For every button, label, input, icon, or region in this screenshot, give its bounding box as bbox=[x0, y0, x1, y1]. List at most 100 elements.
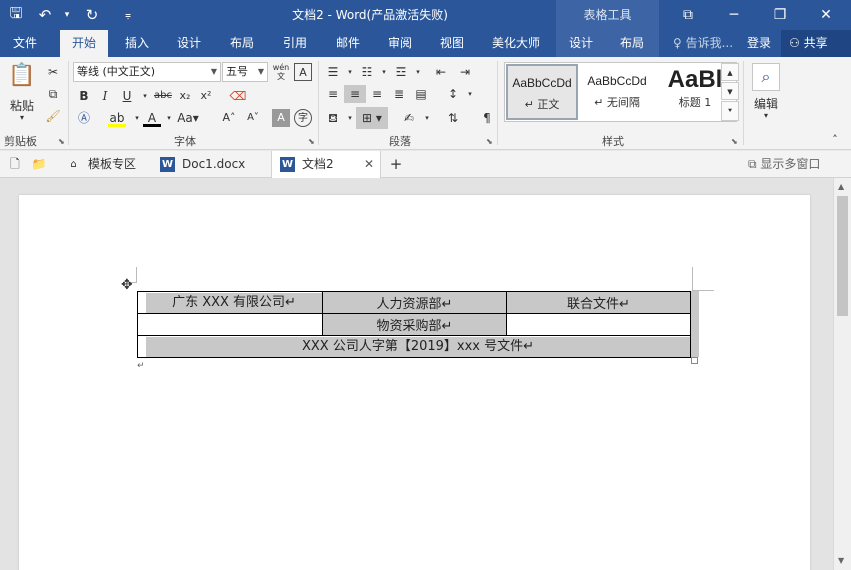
highlight-icon[interactable]: ab bbox=[108, 109, 126, 127]
chinese-layout-dropdown-icon[interactable]: ▾ bbox=[418, 109, 436, 127]
table-cell[interactable]: 联合文件↵ bbox=[506, 291, 691, 314]
table-cell[interactable] bbox=[137, 313, 323, 336]
align-left-icon[interactable]: ≡ bbox=[324, 85, 342, 103]
tab-review[interactable]: 审阅 bbox=[377, 30, 423, 57]
paste-icon[interactable]: 📋 bbox=[6, 63, 38, 93]
grow-font-icon[interactable]: A˄ bbox=[220, 109, 238, 127]
table-cell[interactable] bbox=[506, 313, 691, 336]
style-no-spacing[interactable]: AaBbCcDd ↵ 无间隔 bbox=[581, 64, 653, 120]
shrink-font-icon[interactable]: A˅ bbox=[244, 109, 262, 127]
strikethrough-icon[interactable]: abc bbox=[152, 87, 174, 105]
distributed-icon[interactable]: ▤ bbox=[412, 85, 430, 103]
sort-icon[interactable]: ⇅ bbox=[444, 109, 462, 127]
numbering-icon[interactable]: ☷ bbox=[358, 63, 376, 81]
bullets-icon[interactable]: ☰ bbox=[324, 63, 342, 81]
line-spacing-dropdown-icon[interactable]: ▾ bbox=[461, 85, 479, 103]
font-color-icon[interactable]: A bbox=[143, 109, 161, 127]
tab-beautify-master[interactable]: 美化大师 bbox=[482, 30, 550, 57]
collapse-ribbon-icon[interactable]: ˄ bbox=[828, 133, 842, 146]
scroll-up-icon[interactable]: ▲ bbox=[838, 182, 844, 191]
tab-file[interactable]: 文件 bbox=[0, 30, 50, 57]
save-icon[interactable]: 🖫 bbox=[0, 0, 32, 30]
character-border-icon[interactable]: A bbox=[294, 63, 312, 81]
customize-qat-icon[interactable]: ⩦ bbox=[108, 0, 148, 30]
tab-references[interactable]: 引用 bbox=[272, 30, 318, 57]
tab-table-design[interactable]: 设计 bbox=[558, 30, 604, 57]
clear-formatting-icon[interactable]: ⌫ bbox=[229, 87, 247, 105]
doc-tab-templates[interactable]: ⌂ 模板专区 bbox=[58, 151, 148, 178]
tab-view[interactable]: 视图 bbox=[429, 30, 475, 57]
font-name-combo[interactable]: 等线 (中文正文) ▼ bbox=[73, 62, 221, 82]
table-cell[interactable]: 人力资源部↵ bbox=[322, 291, 507, 314]
align-right-icon[interactable]: ≡ bbox=[368, 85, 386, 103]
vertical-scrollbar[interactable]: ▲ ▼ bbox=[833, 178, 851, 570]
editing-button[interactable]: 编辑 bbox=[748, 95, 784, 112]
justify-icon[interactable]: ≣ bbox=[390, 85, 408, 103]
numbering-dropdown-icon[interactable]: ▾ bbox=[375, 63, 393, 81]
add-tab-icon[interactable]: + bbox=[387, 155, 405, 173]
shading-icon[interactable]: ⛾ bbox=[324, 109, 342, 127]
paragraph-launcher-icon[interactable]: ⬊ bbox=[486, 137, 493, 146]
styles-scroll-up-icon[interactable]: ▲ bbox=[721, 63, 739, 81]
style-normal[interactable]: AaBbCcDd ↵ 正文 bbox=[506, 64, 578, 120]
show-marks-icon[interactable]: ¶ bbox=[478, 109, 496, 127]
doc-tab-doc2[interactable]: W 文档2 ✕ bbox=[271, 151, 381, 178]
tab-insert[interactable]: 插入 bbox=[114, 30, 160, 57]
subscript-icon[interactable]: x₂ bbox=[176, 87, 194, 105]
styles-scroll-down-icon[interactable]: ▼ bbox=[721, 82, 739, 100]
clipboard-launcher-icon[interactable]: ⬊ bbox=[58, 137, 65, 146]
multilevel-dropdown-icon[interactable]: ▾ bbox=[409, 63, 427, 81]
multilevel-list-icon[interactable]: ☲ bbox=[392, 63, 410, 81]
tab-design[interactable]: 设计 bbox=[166, 30, 212, 57]
table-move-handle-icon[interactable]: ✥ bbox=[121, 277, 133, 293]
paste-dropdown-icon[interactable]: ▾ bbox=[16, 113, 28, 122]
document-table[interactable]: 广东 XXX 有限公司↵ 人力资源部↵ 联合文件↵ 物资采购部↵ XXX 公司人… bbox=[137, 291, 691, 358]
ribbon-display-options-icon[interactable]: ⧉ bbox=[665, 0, 711, 30]
line-spacing-icon[interactable]: ↕ bbox=[444, 85, 462, 103]
change-case-icon[interactable]: Aa▾ bbox=[176, 109, 200, 127]
close-tab-icon[interactable]: ✕ bbox=[364, 151, 374, 178]
redo-icon[interactable]: ↻ bbox=[76, 0, 108, 30]
minimize-icon[interactable]: ─ bbox=[711, 0, 757, 30]
styles-more-icon[interactable]: ⯆ bbox=[721, 101, 739, 121]
cut-icon[interactable]: ✂ bbox=[44, 63, 62, 81]
text-effects-icon[interactable]: Ⓐ bbox=[75, 109, 93, 127]
phonetic-guide-icon[interactable]: wén 文 bbox=[272, 63, 290, 81]
close-icon[interactable]: ✕ bbox=[803, 0, 849, 30]
show-multi-window-button[interactable]: ⧉ 显示多窗口 bbox=[748, 151, 820, 178]
chinese-layout-icon[interactable]: ✍ bbox=[400, 109, 418, 127]
increase-indent-icon[interactable]: ⇥ bbox=[456, 63, 474, 81]
format-painter-icon[interactable]: 🖌 bbox=[44, 107, 62, 125]
document-page[interactable]: ✥ 广东 XXX 有限公司↵ 人力资源部↵ 联合文件↵ 物资采购部↵ XXX 公… bbox=[19, 195, 810, 570]
editing-dropdown-icon[interactable]: ▾ bbox=[760, 111, 772, 120]
undo-icon[interactable]: ↶ bbox=[32, 0, 58, 30]
decrease-indent-icon[interactable]: ⇤ bbox=[432, 63, 450, 81]
share-button[interactable]: ⚇ 共享 bbox=[781, 30, 851, 57]
restore-icon[interactable]: ❐ bbox=[757, 0, 803, 30]
paste-button[interactable]: 粘贴 bbox=[4, 97, 40, 114]
character-shading-icon[interactable]: A bbox=[272, 109, 290, 127]
superscript-icon[interactable]: x² bbox=[197, 87, 215, 105]
copy-icon[interactable]: ⧉ bbox=[44, 85, 62, 103]
login-link[interactable]: 登录 bbox=[742, 30, 776, 57]
search-icon[interactable]: ⌕ bbox=[752, 63, 780, 91]
tab-mailings[interactable]: 邮件 bbox=[325, 30, 371, 57]
undo-dropdown-icon[interactable]: ▾ bbox=[58, 0, 76, 30]
doc-tab-doc1[interactable]: W Doc1.docx bbox=[152, 151, 267, 178]
scroll-thumb[interactable] bbox=[837, 196, 848, 316]
bullets-dropdown-icon[interactable]: ▾ bbox=[341, 63, 359, 81]
table-cell-merged[interactable]: XXX 公司人字第【2019】xxx 号文件↵ bbox=[137, 335, 691, 358]
align-center-icon[interactable]: ≡ bbox=[344, 85, 366, 103]
italic-icon[interactable]: I bbox=[96, 87, 114, 105]
scroll-down-icon[interactable]: ▼ bbox=[838, 556, 844, 565]
tab-table-layout[interactable]: 布局 bbox=[609, 30, 655, 57]
borders-button[interactable]: ⊞ ▾ bbox=[356, 107, 388, 129]
new-document-icon[interactable]: 🗋 bbox=[6, 155, 24, 173]
enclose-characters-icon[interactable]: 字 bbox=[294, 109, 312, 127]
styles-launcher-icon[interactable]: ⬊ bbox=[731, 137, 738, 146]
tell-me-search[interactable]: ♀ 告诉我... bbox=[667, 30, 739, 57]
underline-icon[interactable]: U bbox=[118, 87, 136, 105]
tab-home[interactable]: 开始 bbox=[60, 30, 108, 57]
table-cell[interactable]: 广东 XXX 有限公司↵ bbox=[137, 291, 323, 314]
bold-icon[interactable]: B bbox=[75, 87, 93, 105]
